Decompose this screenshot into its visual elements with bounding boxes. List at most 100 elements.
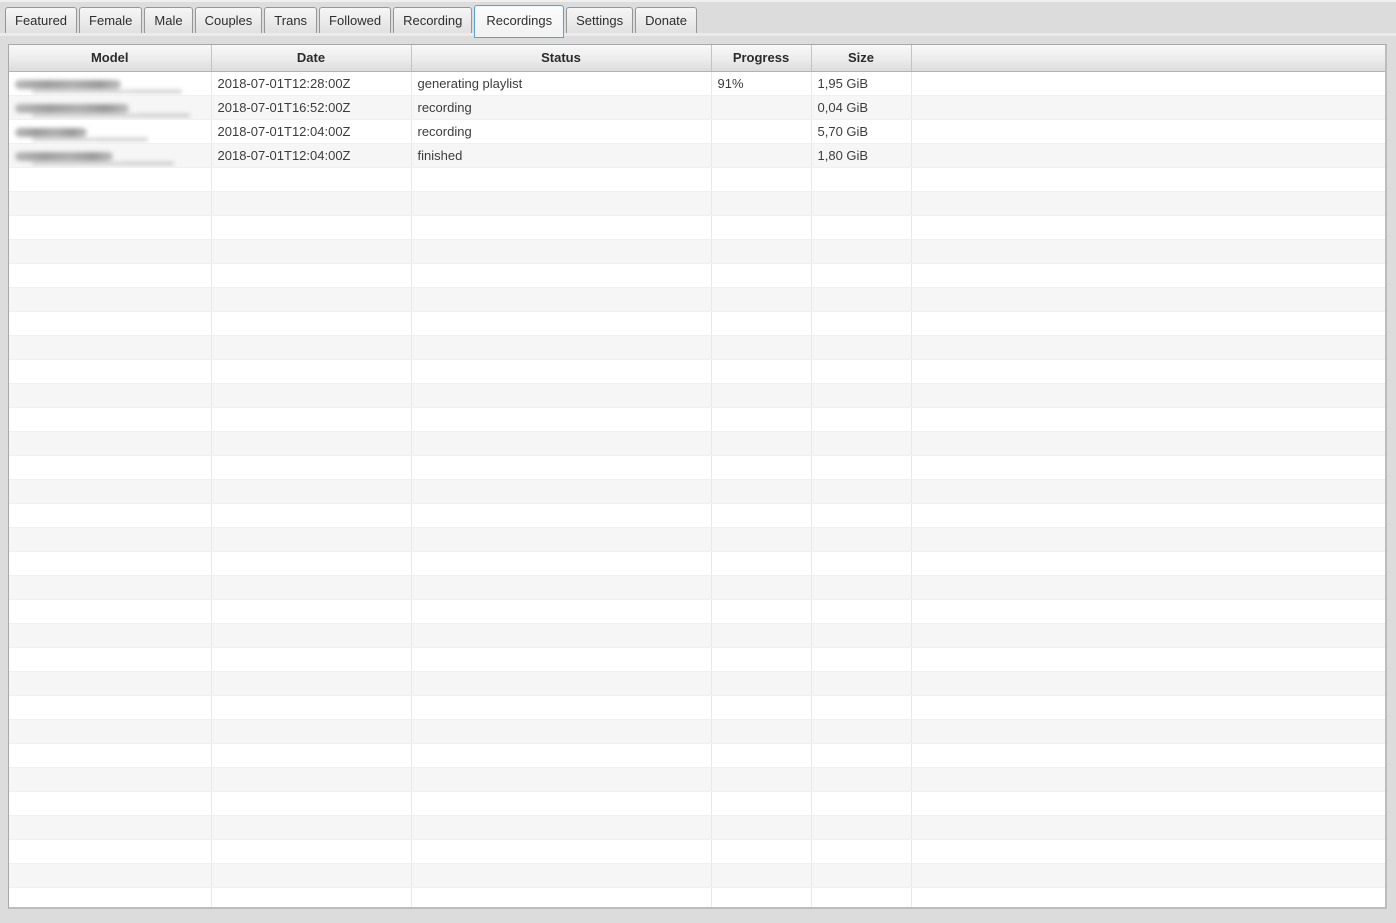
empty-cell [711,719,812,744]
cell-filler [911,71,1385,96]
column-header-size[interactable]: Size [811,45,912,72]
empty-table-row [9,407,1385,432]
tab-male[interactable]: Male [144,7,193,35]
empty-cell [211,335,412,360]
empty-cell [711,263,812,288]
empty-cell [9,359,212,384]
empty-cell [211,887,412,907]
notebook-content-highlight [0,33,1396,36]
tab-female[interactable]: Female [79,7,143,35]
table-row[interactable]: 2018-07-01T12:28:00Z generating playlist 9… [9,71,1385,96]
tab-bar: Featured Female Male Couples Trans Followed Re… [5,3,699,38]
empty-cell [9,887,212,907]
table-row[interactable]: 2018-07-01T12:04:00Z recording 5,70 GiB [9,119,1385,144]
empty-table-row [9,191,1385,216]
empty-cell [911,263,1385,288]
empty-cell [711,887,812,907]
cell-status: finished [411,143,712,168]
tab-followed[interactable]: Followed [319,7,392,35]
empty-cell [211,767,412,792]
empty-cell [211,263,412,288]
empty-table-row [9,647,1385,672]
empty-cell [711,407,812,432]
empty-cell [811,791,912,816]
table-row[interactable]: 2018-07-01T16:52:00Z recording 0,04 GiB [9,95,1385,120]
empty-table-row [9,335,1385,360]
empty-cell [911,287,1385,312]
empty-table-row [9,551,1385,576]
empty-cell [9,839,212,864]
table-row[interactable]: 2018-07-01T12:04:00Z finished 1,80 GiB [9,143,1385,168]
empty-cell [411,551,712,576]
tab-recordings[interactable]: Recordings [474,5,565,38]
empty-cell [711,599,812,624]
empty-cell [911,815,1385,840]
empty-cell [411,191,712,216]
cell-date: 2018-07-01T12:04:00Z [211,143,412,168]
empty-cell [211,575,412,600]
empty-cell [911,215,1385,240]
empty-cell [911,623,1385,648]
empty-cell [9,215,212,240]
empty-cell [711,455,812,480]
empty-cell [211,743,412,768]
empty-cell [211,839,412,864]
empty-cell [211,599,412,624]
empty-cell [711,383,812,408]
redacted-model-name [15,151,113,161]
empty-cell [811,431,912,456]
column-header-date[interactable]: Date [211,45,412,72]
tab-recording[interactable]: Recording [393,7,473,35]
empty-cell [411,815,712,840]
cell-size: 1,95 GiB [811,71,912,96]
redacted-model-name [15,103,129,113]
cell-filler [911,143,1385,168]
tab-featured[interactable]: Featured [5,7,78,35]
empty-cell [411,743,712,768]
cell-status: recording [411,119,712,144]
empty-cell [711,215,812,240]
empty-cell [411,359,712,384]
empty-cell [211,311,412,336]
empty-cell [9,767,212,792]
recordings-table-frame: Model Date Status Progress Size 2018-07-01T1… [8,44,1387,909]
empty-table-row [9,287,1385,312]
empty-cell [9,263,212,288]
empty-table-row [9,479,1385,504]
redacted-model-name [15,127,87,137]
empty-cell [411,647,712,672]
empty-cell [911,671,1385,696]
empty-cell [9,527,212,552]
empty-cell [811,719,912,744]
tab-donate[interactable]: Donate [635,7,698,35]
empty-cell [711,551,812,576]
tab-settings[interactable]: Settings [566,7,634,35]
tab-trans[interactable]: Trans [264,7,318,35]
empty-cell [711,311,812,336]
empty-cell [811,383,912,408]
cell-model [9,119,212,144]
empty-cell [411,839,712,864]
empty-cell [911,767,1385,792]
empty-cell [911,455,1385,480]
empty-cell [711,743,812,768]
tab-couples[interactable]: Couples [194,7,263,35]
empty-table-row [9,743,1385,768]
empty-cell [211,551,412,576]
empty-cell [411,695,712,720]
column-header-model[interactable]: Model [9,45,212,72]
cell-filler [911,119,1385,144]
empty-cell [211,695,412,720]
empty-cell [411,791,712,816]
empty-cell [811,239,912,264]
empty-cell [811,335,912,360]
empty-cell [211,167,412,192]
empty-table-row [9,431,1385,456]
empty-cell [9,407,212,432]
empty-cell [211,191,412,216]
empty-cell [811,263,912,288]
empty-cell [711,623,812,648]
column-header-progress[interactable]: Progress [711,45,812,72]
column-header-status[interactable]: Status [411,45,712,72]
empty-cell [411,383,712,408]
